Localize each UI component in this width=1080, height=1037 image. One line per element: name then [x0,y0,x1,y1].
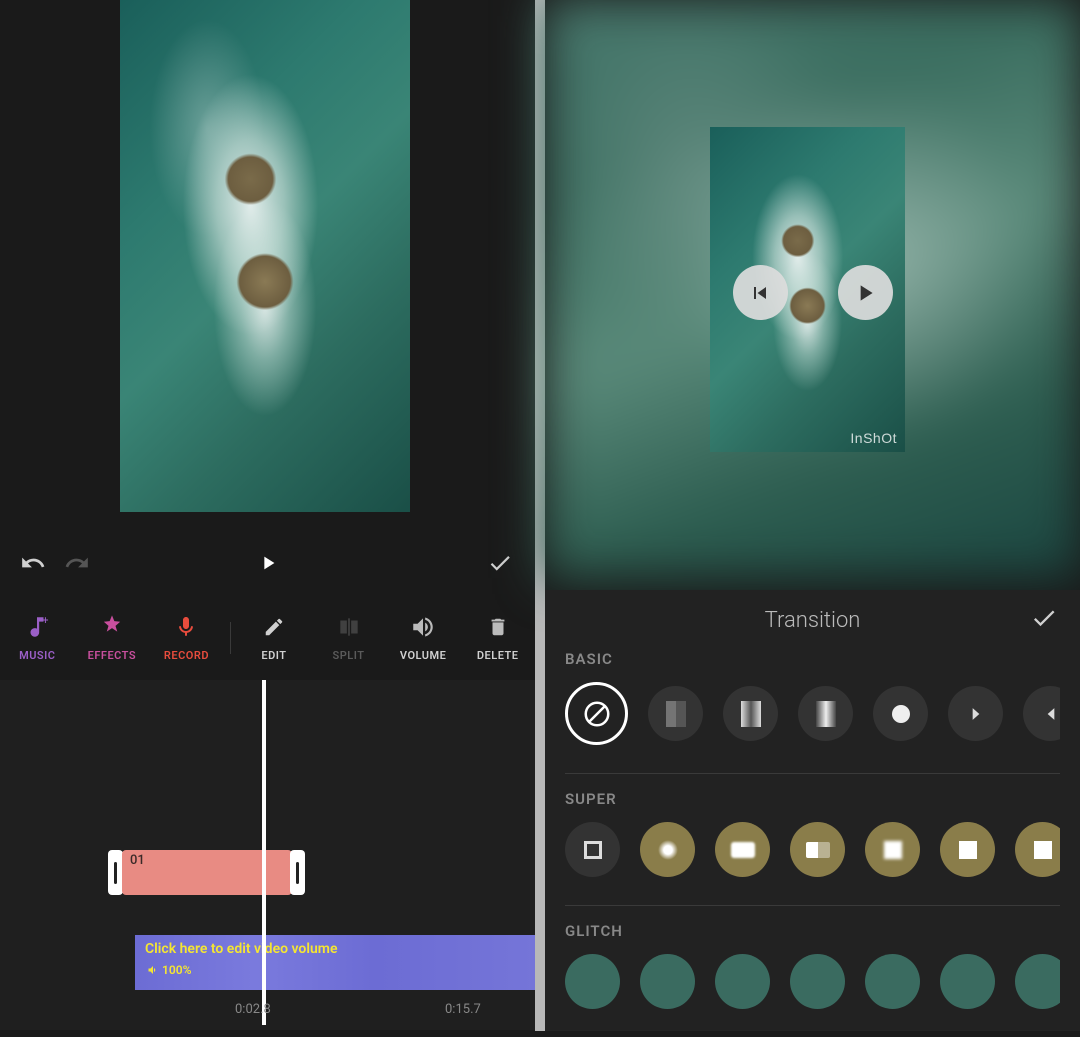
transition-slide-right[interactable] [948,686,1003,741]
section-glitch-label: GLITCH [565,922,1060,940]
transition-super-7[interactable] [1015,822,1060,877]
time-end: 0:15.7 [445,1002,481,1017]
section-divider [565,773,1060,774]
editor-panel-left: + MUSIC EFFECTS RECORD EDIT [0,0,535,1031]
volume-icon [410,613,436,641]
tools-bar: + MUSIC EFFECTS RECORD EDIT [0,600,535,675]
transition-fade-white[interactable] [798,686,853,741]
play-button-right[interactable] [838,265,893,320]
transition-super-1[interactable] [565,822,620,877]
timeline[interactable]: 01 Click here to edit video volume 100% … [0,680,535,1030]
playhead[interactable] [262,680,266,1025]
tool-effects[interactable]: EFFECTS [75,613,150,662]
tool-record[interactable]: RECORD [149,613,224,662]
undo-button[interactable] [20,550,46,580]
transition-confirm[interactable] [1030,604,1058,636]
transition-super-5[interactable] [865,822,920,877]
video-preview-left[interactable] [120,0,410,512]
panel-divider [535,0,545,1031]
tool-split-label: SPLIT [333,649,365,662]
tool-delete-label: DELETE [477,649,519,662]
split-icon [336,613,362,641]
transition-super-4[interactable] [790,822,845,877]
svg-text:+: + [43,614,49,627]
transition-fade-black[interactable] [723,686,778,741]
transition-none[interactable] [565,682,628,745]
time-current: 0:02.8 [235,1002,271,1017]
tool-delete[interactable]: DELETE [460,613,535,662]
transition-super-2[interactable] [640,822,695,877]
transition-super-3[interactable] [715,822,770,877]
playback-toolbar [0,540,535,590]
effects-icon [98,613,126,641]
super-transitions-row [565,822,1060,895]
transition-dissolve[interactable] [648,686,703,741]
section-divider-2 [565,905,1060,906]
section-super-label: SUPER [565,790,1060,808]
tool-record-label: RECORD [164,649,209,662]
transition-glitch-5[interactable] [865,954,920,1009]
confirm-button[interactable] [487,550,513,580]
volume-track[interactable]: Click here to edit video volume 100% [135,935,535,990]
section-basic-label: BASIC [565,650,1060,668]
timeline-clip[interactable]: 01 [122,850,292,895]
transition-slide-left[interactable] [1023,686,1060,741]
transition-circle[interactable] [873,686,928,741]
transition-glitch-2[interactable] [640,954,695,1009]
edit-icon [263,613,285,641]
watermark: InShOt [850,430,897,446]
tool-volume-label: VOLUME [400,649,446,662]
transition-glitch-6[interactable] [940,954,995,1009]
mic-icon [174,613,198,641]
tool-effects-label: EFFECTS [88,649,136,662]
tool-separator [230,622,231,654]
clip-label: 01 [130,853,145,868]
tool-edit[interactable]: EDIT [237,613,312,662]
glitch-transitions-row [565,954,1060,1027]
trash-icon [487,613,509,641]
tool-music[interactable]: + MUSIC [0,613,75,662]
play-button[interactable] [257,552,279,578]
editor-panel-right: InShOt Transition BASIC [545,0,1080,1031]
transition-title: Transition [765,608,861,633]
volume-percent: 100% [135,963,535,977]
basic-transitions-row [565,682,1060,763]
clip-handle-right[interactable] [290,850,305,895]
transition-glitch-1[interactable] [565,954,620,1009]
transition-panel: Transition BASIC [545,590,1080,1031]
transition-glitch-3[interactable] [715,954,770,1009]
tool-edit-label: EDIT [261,649,286,662]
redo-button[interactable] [64,550,90,580]
clip-handle-left[interactable] [108,850,123,895]
volume-hint: Click here to edit video volume [135,935,535,963]
music-icon: + [24,613,50,641]
tool-music-label: MUSIC [19,649,55,662]
transition-super-6[interactable] [940,822,995,877]
tool-volume[interactable]: VOLUME [386,613,461,662]
prev-button[interactable] [733,265,788,320]
tool-split[interactable]: SPLIT [311,613,386,662]
transition-glitch-4[interactable] [790,954,845,1009]
transition-glitch-7[interactable] [1015,954,1060,1009]
